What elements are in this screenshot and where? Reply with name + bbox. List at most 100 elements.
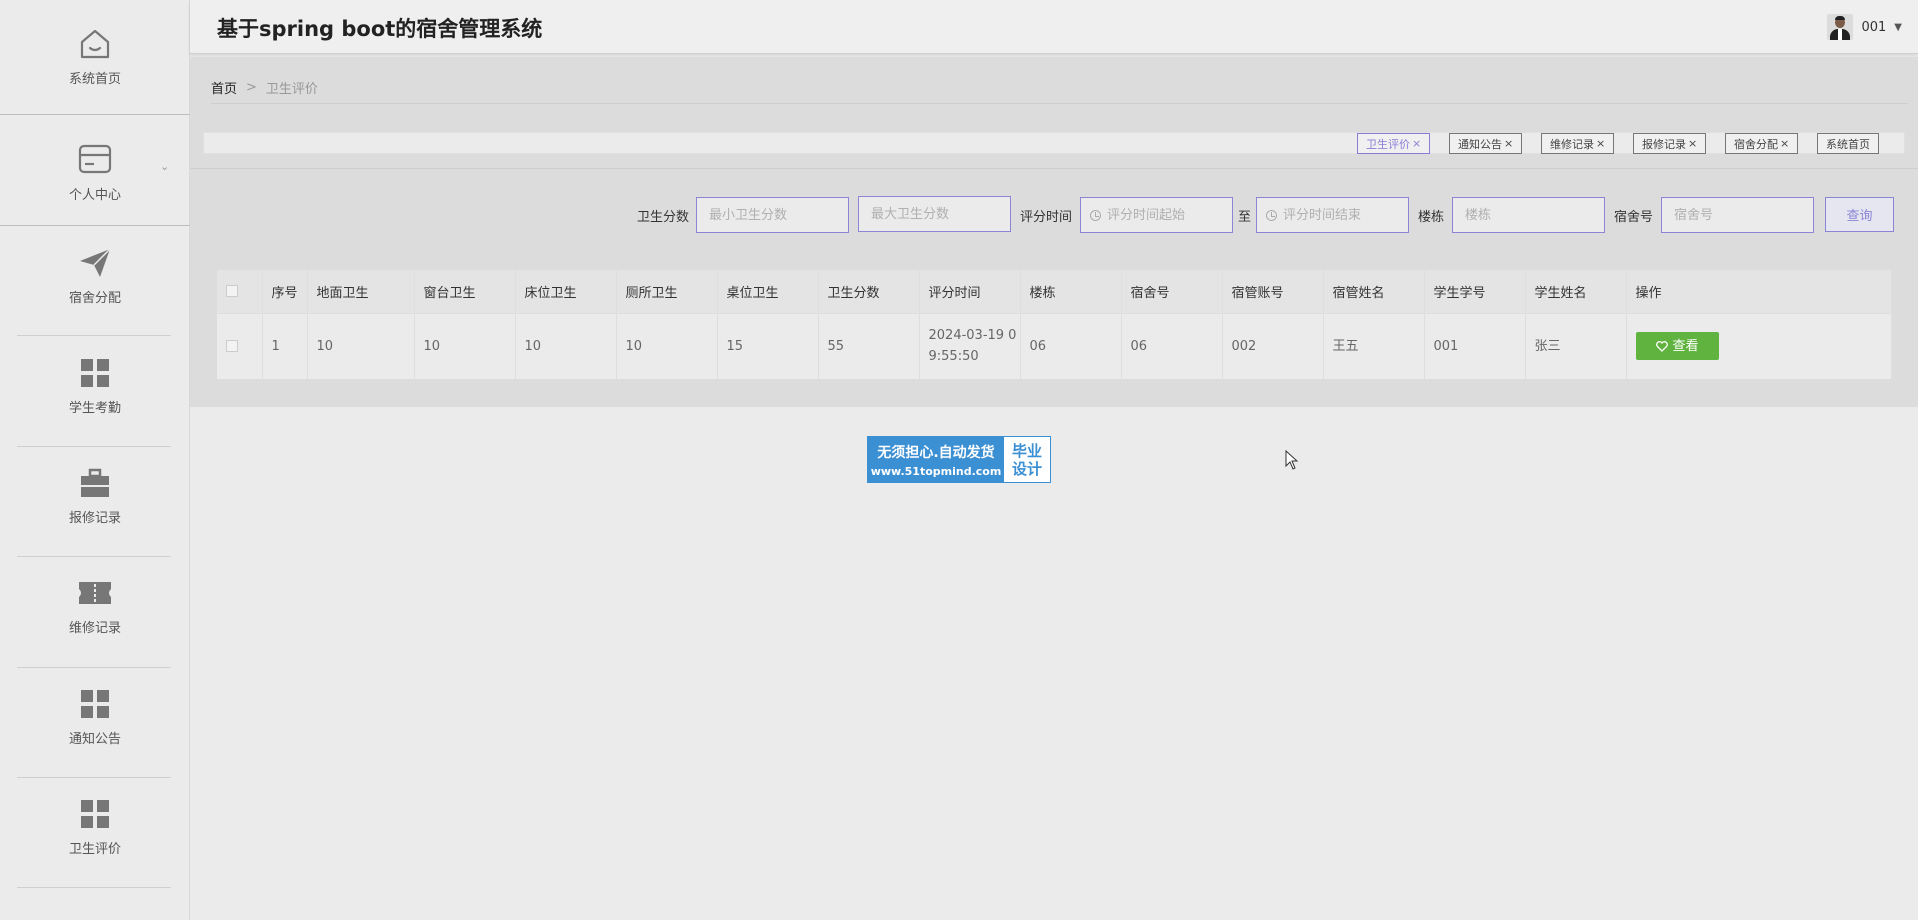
sidebar-item-label: 通知公告 bbox=[68, 732, 121, 747]
close-icon[interactable]: × bbox=[1596, 137, 1605, 150]
sidebar-item-label: 卫生评价 bbox=[68, 842, 121, 857]
sidebar-item-hygiene[interactable]: 卫生评价 bbox=[0, 794, 190, 857]
cell-student-name: 张三 bbox=[1525, 312, 1627, 379]
ad-banner-tag: 毕业 设计 bbox=[1004, 437, 1050, 482]
tag-label: 系统首页 bbox=[1826, 137, 1870, 151]
cell-time-line1: 2024-03-19 0 bbox=[928, 328, 1017, 344]
tag-dorm-allocation[interactable]: 宿舍分配 × bbox=[1725, 133, 1799, 154]
column-header: 学生学号 bbox=[1424, 270, 1526, 313]
cell-manager-account: 002 bbox=[1222, 312, 1324, 379]
send-icon bbox=[75, 243, 115, 283]
sidebar-divider bbox=[0, 225, 190, 226]
sidebar-item-label: 维修记录 bbox=[68, 621, 121, 636]
time-end-field[interactable] bbox=[1256, 197, 1409, 233]
time-start-field[interactable] bbox=[1080, 197, 1233, 233]
ad-banner[interactable]: 无须担心.自动发货 www.51topmind.com 毕业 设计 bbox=[867, 436, 1051, 483]
max-score-input[interactable] bbox=[858, 196, 1011, 232]
sidebar-divider bbox=[17, 777, 171, 778]
briefcase-icon bbox=[75, 463, 115, 503]
sidebar-divider bbox=[0, 114, 190, 115]
tag-hygiene[interactable]: 卫生评价 × bbox=[1357, 133, 1431, 154]
sidebar-divider bbox=[17, 556, 171, 557]
close-icon[interactable]: × bbox=[1780, 137, 1789, 150]
close-icon[interactable]: × bbox=[1688, 137, 1697, 150]
tag-label: 卫生评价 bbox=[1366, 137, 1410, 151]
cell-score: 55 bbox=[818, 312, 920, 379]
user-menu[interactable]: 001 ▼ bbox=[1827, 14, 1902, 40]
room-input[interactable] bbox=[1661, 197, 1814, 233]
tag-maintenance[interactable]: 维修记录 × bbox=[1541, 133, 1615, 154]
cell-window: 10 bbox=[414, 312, 516, 379]
building-label: 楼栋 bbox=[1418, 210, 1445, 225]
sidebar: 系统首页 个人中心 ⌄ 宿舍分配 学生考勤 报修记录 维修记录 通知公告 卫生评… bbox=[0, 0, 190, 920]
tag-label: 维修记录 bbox=[1550, 137, 1594, 151]
tags-divider bbox=[190, 168, 1918, 169]
clock-icon bbox=[1266, 209, 1277, 221]
sidebar-item-attendance[interactable]: 学生考勤 bbox=[0, 353, 190, 416]
app-title: 基于spring boot的宿舍管理系统 bbox=[217, 17, 543, 41]
close-icon[interactable]: × bbox=[1504, 137, 1513, 150]
row-checkbox[interactable] bbox=[226, 340, 238, 353]
time-to-label: 至 bbox=[1238, 210, 1252, 225]
home-icon bbox=[75, 24, 115, 64]
column-header: 地面卫生 bbox=[307, 270, 415, 313]
sidebar-item-repair-report[interactable]: 报修记录 bbox=[0, 463, 190, 526]
sidebar-item-dorm-allocation[interactable]: 宿舍分配 bbox=[0, 243, 190, 306]
time-end-input[interactable] bbox=[1283, 207, 1393, 223]
clock-icon bbox=[1090, 209, 1101, 221]
tag-home[interactable]: 系统首页 bbox=[1817, 133, 1879, 154]
cell-manager-name: 王五 bbox=[1323, 312, 1425, 379]
row-select-cell bbox=[217, 312, 263, 379]
breadcrumb-divider bbox=[211, 103, 1908, 104]
ad-banner-main: 无须担心.自动发货 www.51topmind.com bbox=[868, 437, 1004, 482]
cell-building: 06 bbox=[1020, 312, 1122, 379]
column-header: 厕所卫生 bbox=[616, 270, 718, 313]
grid-icon bbox=[75, 353, 115, 393]
tag-label: 通知公告 bbox=[1458, 137, 1502, 151]
wallet-icon bbox=[75, 140, 115, 180]
ad-line1: 无须担心.自动发货 bbox=[877, 444, 995, 461]
user-name: 001 bbox=[1861, 19, 1887, 35]
breadcrumb: 首页 > 卫生评价 bbox=[211, 78, 318, 97]
ad-line2: www.51topmind.com bbox=[870, 464, 1002, 478]
mouse-cursor-icon bbox=[1285, 450, 1299, 470]
view-button[interactable]: 查看 bbox=[1635, 332, 1719, 361]
query-button[interactable]: 查询 bbox=[1825, 197, 1894, 232]
cell-index: 1 bbox=[262, 312, 308, 379]
tag-notices[interactable]: 通知公告 × bbox=[1449, 133, 1523, 154]
sidebar-item-notices[interactable]: 通知公告 bbox=[0, 684, 190, 747]
close-icon[interactable]: × bbox=[1412, 137, 1421, 150]
select-all-checkbox[interactable] bbox=[226, 285, 238, 298]
ad-tag1: 毕业 bbox=[1011, 441, 1042, 460]
time-start-input[interactable] bbox=[1107, 207, 1217, 223]
column-header: 评分时间 bbox=[919, 270, 1021, 313]
grid-icon bbox=[75, 684, 115, 724]
chevron-down-icon[interactable]: ⌄ bbox=[160, 160, 169, 173]
sidebar-item-home[interactable]: 系统首页 bbox=[0, 24, 190, 87]
column-header: 窗台卫生 bbox=[414, 270, 516, 313]
table-row: 1 10 10 10 10 15 55 2024-03-19 0 9:55:50 … bbox=[217, 312, 1892, 379]
hygiene-table: 序号 地面卫生 窗台卫生 床位卫生 厕所卫生 桌位卫生 卫生分数 评分时间 楼栋… bbox=[217, 270, 1892, 379]
building-input[interactable] bbox=[1452, 197, 1605, 233]
breadcrumb-separator: > bbox=[246, 80, 257, 95]
cell-action: 查看 bbox=[1626, 312, 1892, 379]
ad-tag2: 设计 bbox=[1011, 459, 1042, 478]
column-header: 宿管账号 bbox=[1222, 270, 1324, 313]
sidebar-divider bbox=[17, 335, 171, 336]
ticket-icon bbox=[75, 573, 115, 613]
column-header: 卫生分数 bbox=[818, 270, 920, 313]
sidebar-divider bbox=[17, 667, 171, 668]
breadcrumb-current: 卫生评价 bbox=[265, 82, 318, 97]
column-header: 桌位卫生 bbox=[717, 270, 819, 313]
breadcrumb-home[interactable]: 首页 bbox=[211, 78, 237, 97]
column-header: 楼栋 bbox=[1020, 270, 1122, 313]
tag-repair-report[interactable]: 报修记录 × bbox=[1633, 133, 1707, 154]
column-header: 学生姓名 bbox=[1525, 270, 1627, 313]
cell-toilet: 10 bbox=[616, 312, 718, 379]
min-score-input[interactable] bbox=[696, 197, 849, 233]
sidebar-item-label: 宿舍分配 bbox=[68, 291, 121, 306]
view-button-label: 查看 bbox=[1672, 338, 1699, 354]
sidebar-divider bbox=[17, 446, 171, 447]
caret-down-icon[interactable]: ▼ bbox=[1894, 22, 1902, 33]
sidebar-item-maintenance[interactable]: 维修记录 bbox=[0, 573, 190, 636]
